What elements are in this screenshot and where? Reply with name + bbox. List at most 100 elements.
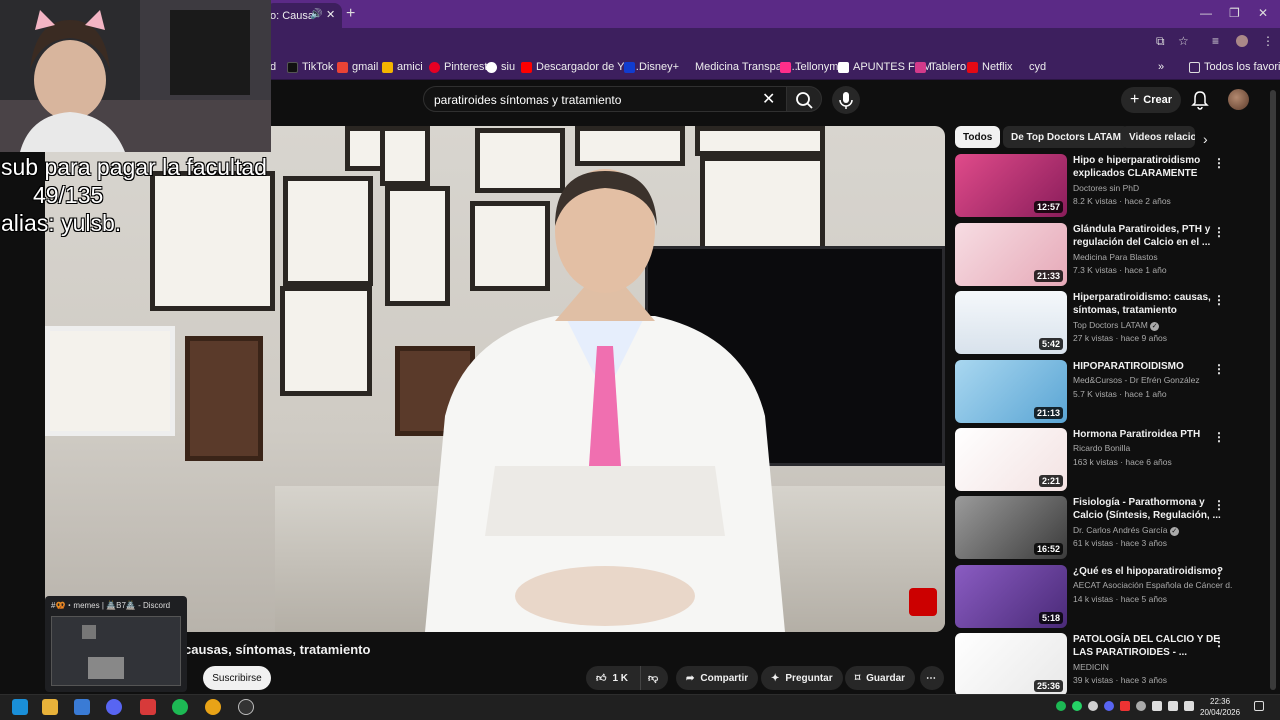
close-window-button[interactable]: ✕ [1258,6,1268,20]
recommendation-item[interactable]: 5:42 Hiperparatiroidismo: causas, síntom… [955,291,1273,355]
windows-start-icon[interactable] [12,699,28,715]
recommendation-item[interactable]: 21:33 Glándula Paratiroides, PTH y regul… [955,223,1273,287]
channel-name[interactable]: Med&Cursos - Dr Efrén González [1073,375,1233,385]
speaker-icon[interactable]: 🔊 [310,9,322,20]
search-input[interactable]: paratiroides síntomas y tratamiento [434,93,621,107]
video-thumbnail[interactable]: 12:57 [955,154,1067,217]
search-button[interactable] [786,86,822,112]
recommendation-item[interactable]: 2:21 Hormona Paratiroidea PTH Ricardo Bo… [955,428,1273,492]
bookmark-item[interactable]: Disney+ [624,61,679,73]
bookmark-item[interactable]: cyd [1029,61,1046,73]
more-options-icon[interactable]: ⋮ [1213,430,1225,444]
bookmark-item[interactable]: Tellonym [780,61,838,73]
bookmark-item[interactable]: Tablero [915,61,966,73]
video-title[interactable]: Glándula Paratiroides, PTH y regulación … [1073,223,1227,249]
channel-name[interactable]: Dr. Carlos Andrés García ✓ [1073,525,1233,536]
channel-name[interactable]: MEDICIN [1073,662,1233,672]
usb-tray-icon[interactable] [1152,701,1162,711]
minimize-button[interactable]: — [1200,6,1212,20]
like-button[interactable]: 👍︎ 1 K [586,666,640,690]
new-tab-button[interactable]: + [346,5,355,23]
install-app-icon[interactable]: ⧉ [1156,34,1165,49]
tray-icon[interactable] [1088,701,1098,711]
chip-all[interactable]: Todos [955,126,1001,148]
chevron-right-icon[interactable]: › [1203,131,1208,147]
channel-name[interactable]: Ricardo Bonilla [1073,443,1233,453]
notifications-bell-icon[interactable] [1190,90,1210,110]
save-button[interactable]: ⌑ Guardar [845,666,916,690]
discord-taskbar-icon[interactable] [106,699,122,715]
more-options-icon[interactable]: ⋮ [1213,362,1225,376]
more-actions-button[interactable]: ⋯ [920,666,944,690]
video-title[interactable]: Hipo e hiperparatiroidismo explicados CL… [1073,154,1227,180]
video-thumbnail[interactable]: 5:18 [955,565,1067,628]
recommendation-item[interactable]: 5:18 ¿Qué es el hipoparatiroidismo? AECA… [955,565,1273,629]
recommendation-item[interactable]: 12:57 Hipo e hiperparatiroidismo explica… [955,154,1273,218]
chrome-taskbar-icon[interactable] [205,699,221,715]
more-options-icon[interactable]: ⋮ [1213,635,1225,649]
user-avatar[interactable] [1228,89,1249,110]
spotify-taskbar-icon[interactable] [172,699,188,715]
obs-taskbar-icon[interactable] [238,699,254,715]
video-title[interactable]: PATOLOGÍA DEL CALCIO Y DE LAS PARATIROID… [1073,633,1227,659]
network-icon[interactable] [1168,701,1178,711]
ask-button[interactable]: ✦ Preguntar [761,666,843,690]
video-thumbnail[interactable]: 5:42 [955,291,1067,354]
more-options-icon[interactable]: ⋮ [1213,567,1225,581]
channel-name[interactable]: Medicina Para Blastos [1073,252,1233,262]
recommendation-item[interactable]: 21:13 HIPOPARATIROIDISMO Med&Cursos - Dr… [955,360,1273,424]
tray-icon[interactable] [1120,701,1130,711]
more-options-icon[interactable]: ⋮ [1213,293,1225,307]
discord-tray-icon[interactable] [1104,701,1114,711]
bookmark-item[interactable]: TikTok [287,61,333,73]
video-title[interactable]: Hormona Paratiroidea PTH [1073,428,1227,441]
profile-icon[interactable] [1236,35,1248,47]
voice-search-button[interactable] [832,86,860,114]
video-title[interactable]: Fisiología - Parathormona y Calcio (Sínt… [1073,496,1227,522]
video-thumbnail[interactable]: 25:36 [955,633,1067,696]
notification-center-icon[interactable] [1254,701,1264,711]
spotify-tray-icon[interactable] [1056,701,1066,711]
menu-kebab-icon[interactable]: ⋮ [1262,34,1274,48]
maximize-button[interactable]: ❐ [1229,6,1240,20]
whatsapp-tray-icon[interactable] [1072,701,1082,711]
more-options-icon[interactable]: ⋮ [1213,498,1225,512]
more-options-icon[interactable]: ⋮ [1213,225,1225,239]
close-tab-icon[interactable]: ✕ [326,8,335,21]
channel-name[interactable]: Doctores sin PhD [1073,183,1233,193]
file-explorer-icon[interactable] [42,699,58,715]
bookmark-item[interactable]: siu [486,61,515,73]
app-taskbar-icon[interactable] [140,699,156,715]
video-thumbnail[interactable]: 21:13 [955,360,1067,423]
share-button[interactable]: ➦ Compartir [676,666,759,690]
page-scrollbar[interactable] [1270,90,1276,690]
bookmarks-more-button[interactable]: » [1158,61,1164,73]
channel-name[interactable]: Top Doctors LATAM ✓ [1073,320,1233,331]
subscribe-button[interactable]: Suscribirse [203,666,271,690]
chip-top-doctors[interactable]: De Top Doctors LATAM [1003,126,1129,148]
reading-list-icon[interactable]: ≡ [1212,34,1219,48]
bookmark-item[interactable]: amici [382,61,423,73]
video-title[interactable]: ¿Qué es el hipoparatiroidismo? [1073,565,1227,578]
video-thumbnail[interactable]: 16:52 [955,496,1067,559]
chip-related[interactable]: Videos relacio [1121,126,1195,148]
all-favorites-folder[interactable]: Todos los favoritos [1189,61,1280,73]
video-title[interactable]: HIPOPARATIROIDISMO [1073,360,1227,373]
channel-name[interactable]: AECAT Asociación Española de Cáncer d... [1073,580,1233,590]
bookmark-item[interactable]: gmail [337,61,378,73]
video-thumbnail[interactable]: 21:33 [955,223,1067,286]
more-options-icon[interactable]: ⋮ [1213,156,1225,170]
store-icon[interactable] [74,699,90,715]
taskbar-clock[interactable]: 22:36 20/04/2026 [1200,696,1240,718]
bookmark-item[interactable]: Netflix [967,61,1013,73]
video-title[interactable]: Hiperparatiroidismo: causas, síntomas, t… [1073,291,1227,317]
recommendation-item[interactable]: 16:52 Fisiología - Parathormona y Calcio… [955,496,1273,560]
volume-icon[interactable] [1184,701,1194,711]
video-thumbnail[interactable]: 2:21 [955,428,1067,491]
bookmark-item[interactable]: Pinterest [429,61,487,73]
search-box[interactable]: paratiroides síntomas y tratamiento ✕ [423,86,787,112]
clear-search-icon[interactable]: ✕ [762,89,775,109]
active-tab[interactable]: o: Causa 🔊 ✕ [266,3,342,28]
tray-icon[interactable] [1136,701,1146,711]
discord-window-preview[interactable]: #🥨・memes | 🏯B7🏯 - Discord [45,596,187,692]
